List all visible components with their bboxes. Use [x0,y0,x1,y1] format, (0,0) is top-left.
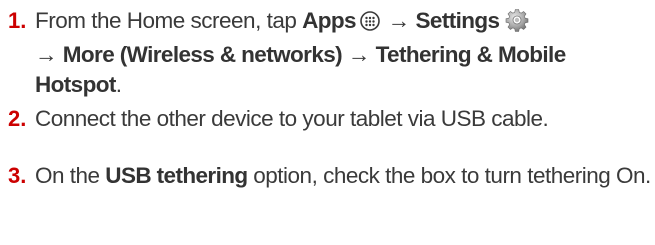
step-2-text: Connect the other device to your tablet … [35,106,549,131]
step-3-intro: On the [35,163,106,188]
step-2: 2. Connect the other device to your tabl… [8,104,653,149]
settings-label: Settings [415,8,501,33]
apps-icon [360,9,380,39]
more-wireless-label: More (Wireless & networks) [62,42,343,67]
settings-gear-icon [505,8,529,40]
step-1-number: 1. [8,8,27,33]
step-1-intro: From the Home screen, tap [35,8,303,33]
arrow: → [35,42,58,67]
instruction-steps: 1. From the Home screen, tap Apps → Sett… [8,6,653,221]
step-1: 1. From the Home screen, tap Apps → Sett… [8,6,653,100]
step-3: 3. On the USB tethering option, check th… [8,161,653,221]
usb-tethering-label: USB tethering [105,163,248,188]
step-3-number: 3. [8,163,27,188]
arrow: → [387,8,411,33]
step-2-number: 2. [8,106,27,131]
step-3-text: On the USB tethering option, check the b… [35,163,651,188]
apps-label: Apps [302,8,356,33]
step-3-rest: option, check the box to turn tethering … [247,163,651,188]
step-1-period: . [115,72,122,97]
arrow: → [347,42,371,67]
step-1-text: From the Home screen, tap Apps → Setting… [35,8,566,97]
